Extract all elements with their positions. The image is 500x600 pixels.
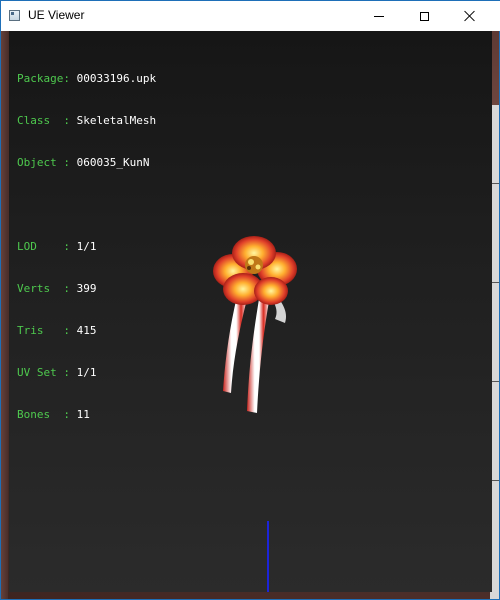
minimize-icon bbox=[374, 15, 384, 17]
class-label: Class : bbox=[17, 114, 70, 127]
3d-viewport[interactable]: Package: 00033196.upk Class : SkeletalMe… bbox=[9, 31, 492, 592]
package-row: Package: 00033196.upk bbox=[17, 72, 156, 86]
maximize-icon bbox=[419, 11, 429, 21]
class-row: Class : SkeletalMesh bbox=[17, 114, 156, 128]
object-row: Object : 060035_KunN bbox=[17, 156, 156, 170]
package-value: 00033196.upk bbox=[76, 72, 157, 85]
verts-row: Verts : 399 bbox=[17, 282, 156, 296]
ue-viewer-window: UE Viewer Package: 00033196.upk Class : … bbox=[0, 0, 500, 600]
class-value: SkeletalMesh bbox=[76, 114, 157, 127]
object-value: 060035_KunN bbox=[76, 156, 150, 169]
vertical-axis-line bbox=[267, 521, 269, 592]
package-label: Package: bbox=[17, 72, 70, 85]
title-bar[interactable]: UE Viewer bbox=[1, 0, 500, 31]
lod-label: LOD : bbox=[17, 240, 70, 253]
tris-label: Tris : bbox=[17, 324, 70, 337]
app-icon[interactable] bbox=[9, 10, 20, 21]
bones-label: Bones : bbox=[17, 408, 70, 421]
close-icon bbox=[464, 10, 476, 22]
lod-value: 1/1 bbox=[76, 240, 97, 253]
verts-value: 399 bbox=[76, 282, 97, 295]
tris-row: Tris : 415 bbox=[17, 324, 156, 338]
uvset-value: 1/1 bbox=[76, 366, 97, 379]
close-button[interactable] bbox=[447, 1, 493, 31]
verts-label: Verts : bbox=[17, 282, 70, 295]
uvset-row: UV Set : 1/1 bbox=[17, 366, 156, 380]
uvset-label: UV Set : bbox=[17, 366, 70, 379]
bones-row: Bones : 11 bbox=[17, 408, 156, 422]
object-label: Object : bbox=[17, 156, 70, 169]
lod-row: LOD : 1/1 bbox=[17, 240, 156, 254]
tris-value: 415 bbox=[76, 324, 97, 337]
minimize-button[interactable] bbox=[356, 1, 402, 31]
window-title: UE Viewer bbox=[28, 8, 85, 22]
maximize-button[interactable] bbox=[401, 1, 447, 31]
skeletal-mesh-render[interactable] bbox=[199, 201, 319, 421]
bones-value: 11 bbox=[76, 408, 90, 421]
mesh-info-overlay: Package: 00033196.upk Class : SkeletalMe… bbox=[17, 44, 156, 450]
